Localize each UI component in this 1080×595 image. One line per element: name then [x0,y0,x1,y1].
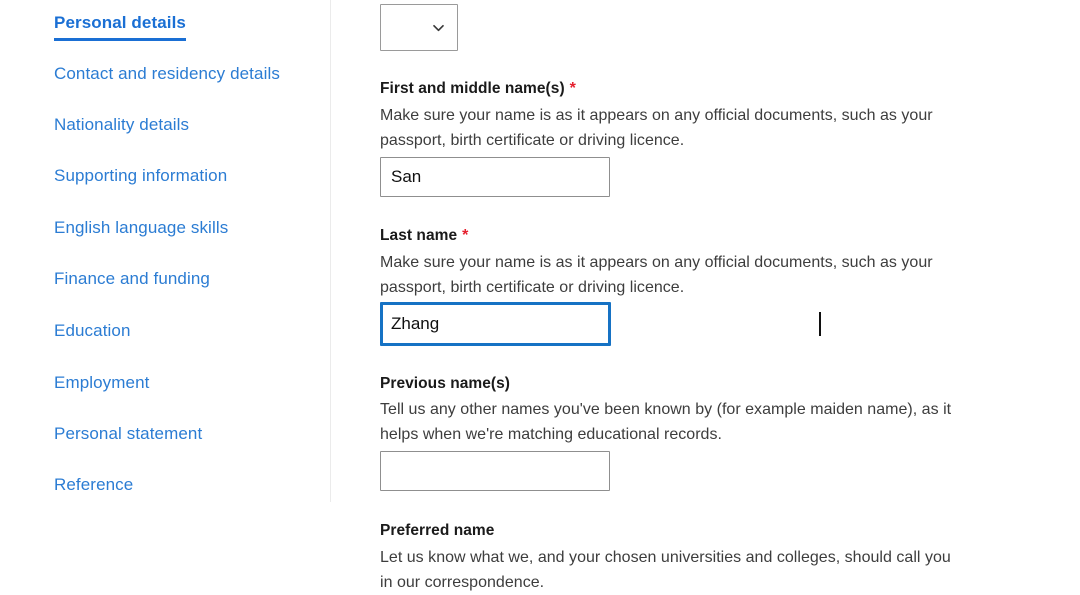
first-and-middle-names-label: First and middle name(s) * [380,79,576,99]
sidebar-item-personal-details[interactable]: Personal details [54,12,186,41]
preferred-name-hint: Let us know what we, and your chosen uni… [380,549,951,591]
last-name-hint: Make sure your name is as it appears on … [380,254,933,296]
sidebar-divider [330,0,331,502]
sidebar-item-employment[interactable]: Employment [54,372,149,394]
sidebar-item-nationality-details[interactable]: Nationality details [54,114,189,136]
previous-names-input[interactable] [380,451,610,491]
title-select[interactable] [380,4,458,51]
preferred-name-label: Preferred name [380,521,499,541]
preferred-name-label-text: Preferred name [380,522,495,539]
text-cursor [819,312,821,336]
sidebar-item-reference[interactable]: Reference [54,474,133,496]
last-name-label-text: Last name [380,227,458,244]
sidebar-item-contact-and-residency-details[interactable]: Contact and residency details [54,63,280,85]
previous-names-label-text: Previous name(s) [380,375,511,392]
first-and-middle-names-hint: Make sure your name is as it appears on … [380,107,933,149]
application-form-page: Personal details Contact and residency d… [0,0,1080,594]
required-asterisk-icon: * [569,80,576,97]
sidebar-item-personal-statement[interactable]: Personal statement [54,423,202,445]
section-navigation-sidebar: Personal details Contact and residency d… [0,0,330,594]
previous-names-hint: Tell us any other names you've been know… [380,401,952,443]
required-asterisk-icon: * [462,227,469,244]
sidebar-item-finance-and-funding[interactable]: Finance and funding [54,268,210,290]
last-name-input[interactable] [380,302,611,346]
previous-names-label: Previous name(s) [380,374,515,394]
first-and-middle-names-input[interactable] [380,157,610,197]
sidebar-item-education[interactable]: Education [54,320,131,342]
first-and-middle-names-label-text: First and middle name(s) [380,80,565,97]
sidebar-item-english-language-skills[interactable]: English language skills [54,217,228,239]
sidebar-item-supporting-information[interactable]: Supporting information [54,165,227,187]
last-name-label: Last name * [380,226,468,246]
chevron-down-icon [432,21,445,34]
